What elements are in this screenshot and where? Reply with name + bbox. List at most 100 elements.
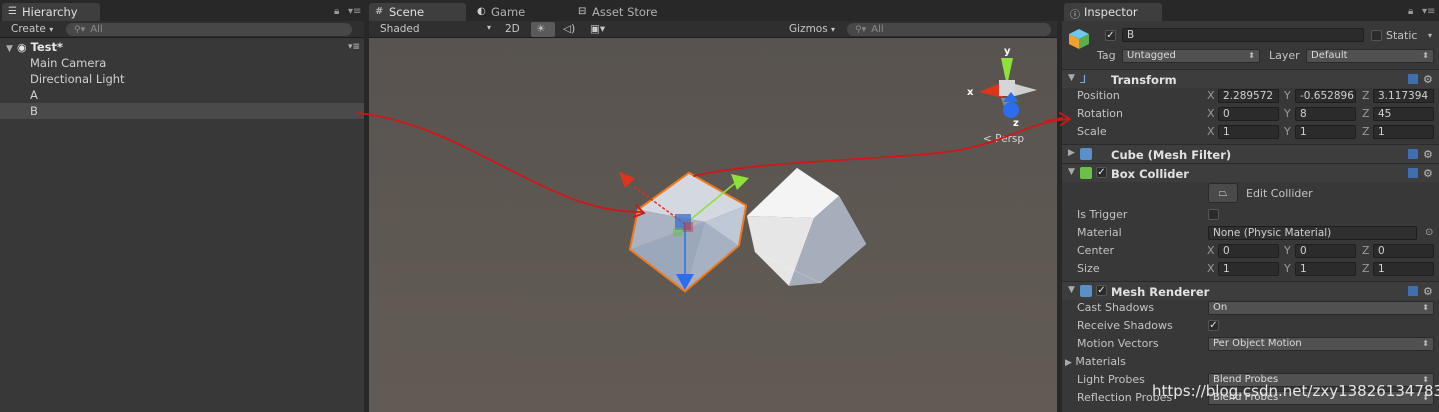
axis-y-label: Y xyxy=(1284,244,1291,257)
materials-label: Materials xyxy=(1075,355,1126,368)
layer-dropdown[interactable]: Default ⬍ xyxy=(1306,49,1434,63)
gear-icon[interactable]: ⚙ xyxy=(1423,73,1433,86)
axis-y-label: Y xyxy=(1284,125,1291,138)
edit-collider-button[interactable]: ⏢ xyxy=(1208,183,1238,203)
rotation-z-field[interactable]: 45 xyxy=(1373,107,1434,121)
tag-dropdown[interactable]: Untagged ⬍ xyxy=(1122,49,1260,63)
foldout-open-icon[interactable]: ▼ xyxy=(6,44,13,54)
layer-value: Default xyxy=(1311,50,1348,61)
object-picker-icon[interactable]: ⊙ xyxy=(1425,227,1433,238)
foldout-open-icon[interactable]: ▼ xyxy=(1068,167,1075,177)
scale-z-value: 1 xyxy=(1378,126,1385,138)
mesh-renderer-enabled-checkbox[interactable]: ✓ xyxy=(1096,285,1107,296)
scale-y-field[interactable]: 1 xyxy=(1295,125,1356,139)
size-y-field[interactable]: 1 xyxy=(1295,262,1356,276)
axis-z-label: Z xyxy=(1362,244,1370,257)
tab-inspector[interactable]: ⓘ Inspector xyxy=(1064,3,1162,21)
hierarchy-item-label: Main Camera xyxy=(30,56,107,70)
scene-viewport[interactable]: y x z < Persp xyxy=(369,38,1057,412)
hierarchy-item-main-camera[interactable]: Main Camera xyxy=(0,55,364,71)
foldout-closed-icon[interactable]: ▶ xyxy=(1068,148,1075,158)
foldout-open-icon[interactable]: ▼ xyxy=(1068,73,1075,83)
center-z-field[interactable]: 0 xyxy=(1373,244,1434,258)
receive-shadows-checkbox[interactable]: ✓ xyxy=(1208,320,1219,331)
size-z-field[interactable]: 1 xyxy=(1373,262,1434,276)
panel-menu-icon[interactable]: ▾≡ xyxy=(1422,6,1435,17)
materials-foldout[interactable]: ▶ Materials xyxy=(1065,355,1126,368)
transform-title: Transform xyxy=(1111,73,1177,87)
scale-x-field[interactable]: 1 xyxy=(1218,125,1279,139)
rotation-y-value: 8 xyxy=(1300,108,1307,120)
box-collider-title: Box Collider xyxy=(1111,167,1189,181)
hierarchy-search-input[interactable]: ⚲▾ All xyxy=(66,23,352,36)
mesh-renderer-component-header[interactable]: ▼ ✓ Mesh Renderer ⚙ xyxy=(1062,281,1439,300)
rotation-x-field[interactable]: 0 xyxy=(1218,107,1279,121)
help-book-icon[interactable] xyxy=(1408,168,1418,178)
scene-menu-icon[interactable]: ▾≡ xyxy=(348,39,360,55)
cube-a[interactable] xyxy=(746,167,867,286)
gear-icon[interactable]: ⚙ xyxy=(1423,148,1433,161)
scale-z-field[interactable]: 1 xyxy=(1373,125,1434,139)
tab-game[interactable]: ◐ Game xyxy=(471,3,565,21)
toggle-2d-button[interactable]: 2D xyxy=(500,22,525,37)
help-book-icon[interactable] xyxy=(1408,286,1418,296)
lighting-toggle[interactable]: ☀ xyxy=(531,22,555,37)
hierarchy-item-directional-light[interactable]: Directional Light xyxy=(0,71,364,87)
tab-hierarchy[interactable]: ☰ Hierarchy xyxy=(2,3,100,21)
physic-material-field[interactable]: None (Physic Material) xyxy=(1208,226,1417,240)
panel-menu-icon[interactable]: ▾≡ xyxy=(348,6,361,17)
foldout-open-icon[interactable]: ▼ xyxy=(1068,285,1075,295)
position-x-field[interactable]: 2.289572 xyxy=(1218,89,1279,103)
edit-collider-label: Edit Collider xyxy=(1246,187,1313,200)
rotation-y-field[interactable]: 8 xyxy=(1295,107,1356,121)
tab-scene[interactable]: # Scene xyxy=(369,3,466,21)
gear-icon[interactable]: ⚙ xyxy=(1423,167,1433,180)
center-y-value: 0 xyxy=(1300,245,1307,257)
center-y-field[interactable]: 0 xyxy=(1295,244,1356,258)
y-axis-arrow[interactable] xyxy=(731,174,749,190)
scene-root-row[interactable]: ▼ ◉ Test* ▾≡ xyxy=(0,39,364,55)
motion-vectors-dropdown[interactable]: Per Object Motion ⬍ xyxy=(1208,337,1434,351)
scene-search-input[interactable]: ⚲▾ All xyxy=(847,23,1051,36)
object-name-field[interactable]: B xyxy=(1122,28,1364,42)
view-orientation-gizmo[interactable] xyxy=(979,58,1037,118)
help-book-icon[interactable] xyxy=(1408,149,1418,159)
center-x-field[interactable]: 0 xyxy=(1218,244,1279,258)
position-y-field[interactable]: -0.652896 xyxy=(1295,89,1356,103)
object-active-checkbox[interactable]: ✓ xyxy=(1105,30,1116,41)
chevron-down-icon[interactable]: ▾ xyxy=(1428,31,1432,40)
x-axis-arrow[interactable] xyxy=(619,172,635,188)
gear-icon[interactable]: ⚙ xyxy=(1423,285,1433,298)
shading-mode-dropdown[interactable]: Shaded ▾ xyxy=(375,22,493,37)
size-x-field[interactable]: 1 xyxy=(1218,262,1279,276)
hierarchy-item-b[interactable]: B xyxy=(0,103,364,119)
lock-icon[interactable]: 🔒︎ xyxy=(1408,6,1413,17)
hierarchy-item-a[interactable]: A xyxy=(0,87,364,103)
mesh-filter-component-header[interactable]: ▶ Cube (Mesh Filter) ⚙ xyxy=(1062,144,1439,163)
edit-collider-icon: ⏢ xyxy=(1218,186,1228,199)
gizmos-dropdown[interactable]: Gizmos ▾ xyxy=(784,22,840,37)
transform-component-header[interactable]: ▼ ⅃ Transform ⚙ xyxy=(1062,69,1439,88)
scale-x-value: 1 xyxy=(1223,126,1230,138)
box-collider-component-header[interactable]: ▼ ✓ Box Collider ⚙ xyxy=(1062,163,1439,182)
audio-toggle[interactable]: ◁) xyxy=(558,22,580,37)
hierarchy-search-placeholder: All xyxy=(90,24,103,35)
chevron-down-icon: ▾ xyxy=(486,23,491,32)
box-collider-enabled-checkbox[interactable]: ✓ xyxy=(1096,167,1107,178)
projection-indicator[interactable]: < Persp xyxy=(983,133,1024,145)
static-checkbox[interactable] xyxy=(1371,30,1382,41)
help-book-icon[interactable] xyxy=(1408,74,1418,84)
position-z-field[interactable]: 3.117394 xyxy=(1373,89,1434,103)
create-dropdown[interactable]: Create ▾ xyxy=(6,22,58,37)
is-trigger-checkbox[interactable] xyxy=(1208,209,1219,220)
cast-shadows-dropdown[interactable]: On ⬍ xyxy=(1208,301,1434,315)
motion-vectors-value: Per Object Motion xyxy=(1213,338,1302,349)
effects-dropdown[interactable]: ▣▾ xyxy=(585,22,619,37)
tab-asset-store[interactable]: ⊟ Asset Store xyxy=(572,3,676,21)
list-icon: ☰ xyxy=(8,6,17,17)
sun-icon: ☀ xyxy=(536,23,546,35)
lock-icon[interactable]: 🔒︎ xyxy=(334,6,339,17)
gizmo-label-y: y xyxy=(1004,46,1011,57)
chevron-updown-icon: ⬍ xyxy=(1422,51,1429,60)
object-name-value: B xyxy=(1127,29,1135,41)
